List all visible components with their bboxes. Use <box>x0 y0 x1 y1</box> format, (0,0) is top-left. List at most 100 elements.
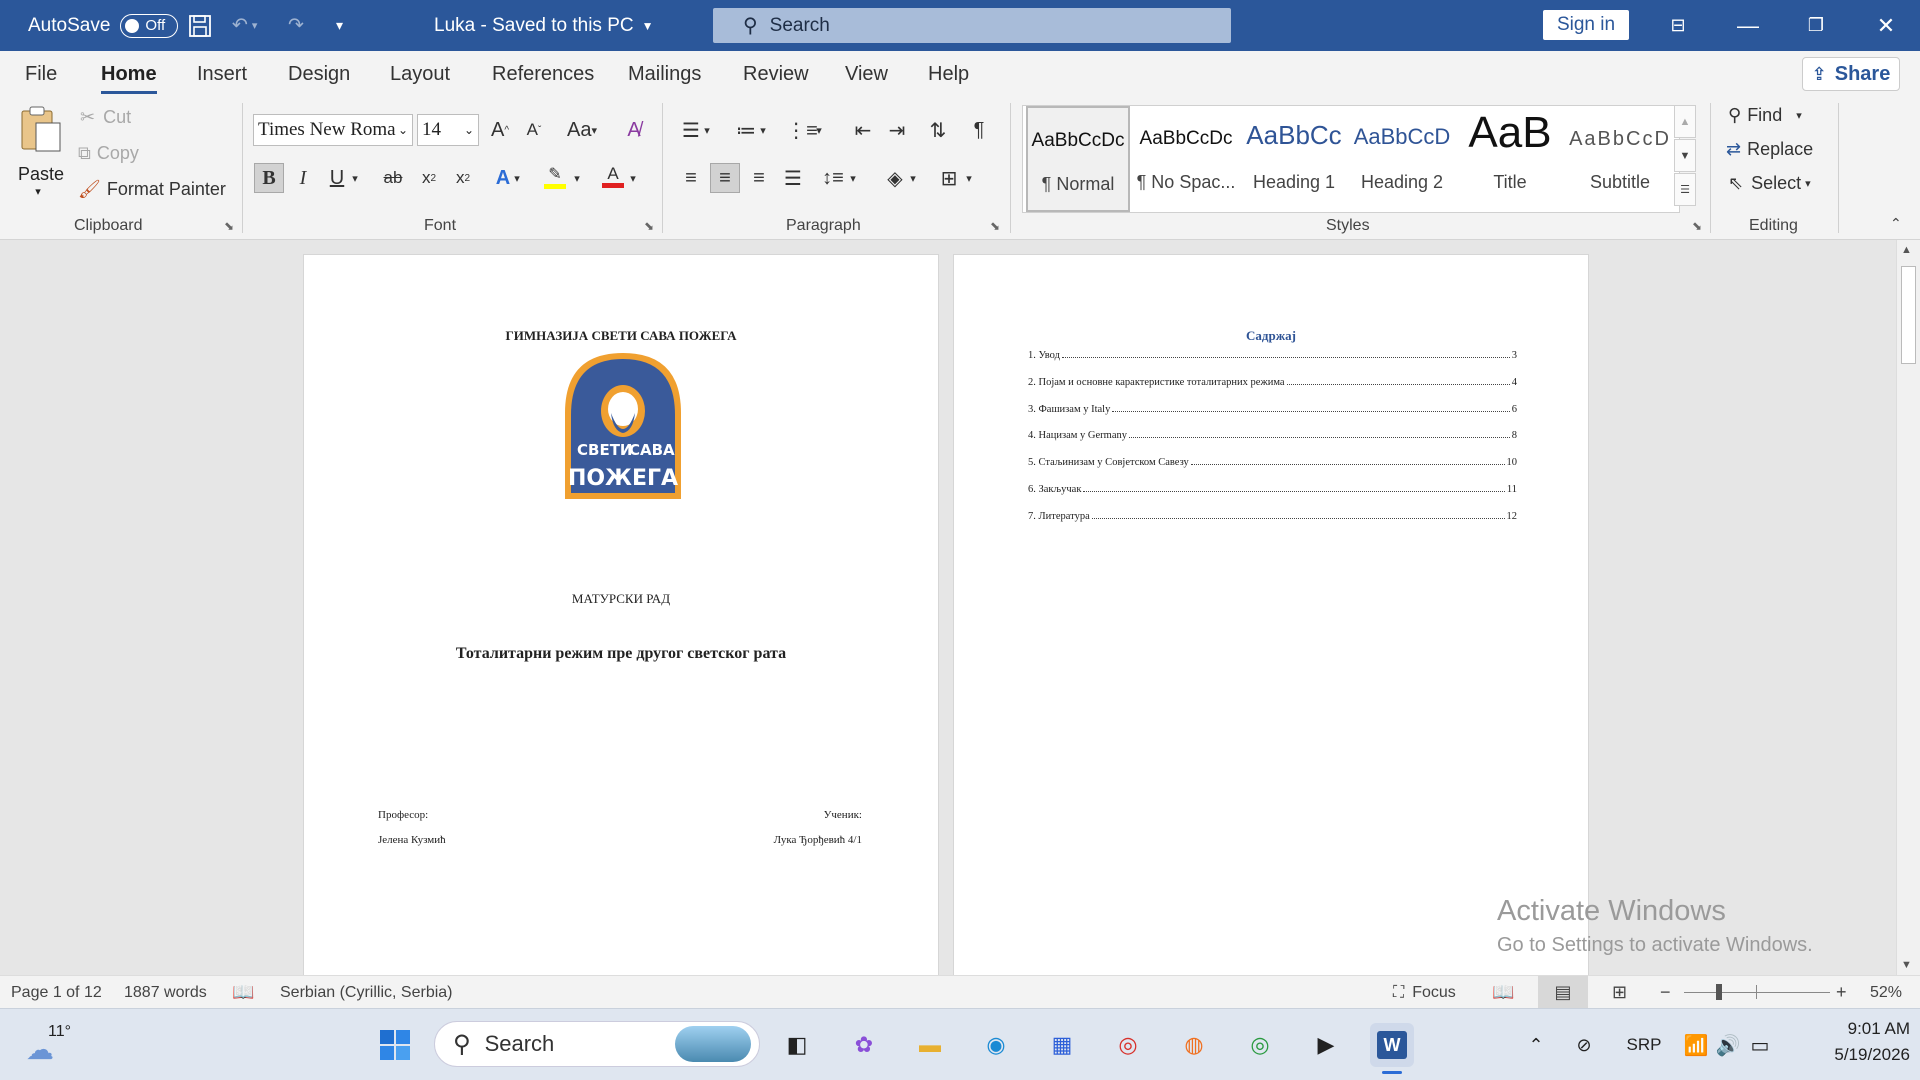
scroll-up-icon[interactable]: ▲ <box>1901 244 1912 256</box>
style-title[interactable]: AaB Title <box>1458 106 1562 212</box>
focus-button[interactable]: ⛶ Focus <box>1393 976 1456 1009</box>
chevron-down-icon[interactable]: ▾ <box>626 163 640 193</box>
font-name-combo[interactable]: Times New Roma ⌄ <box>253 114 413 146</box>
chevron-down-icon[interactable]: ▾ <box>846 163 860 193</box>
chevron-down-icon[interactable]: ▾ <box>812 115 826 145</box>
tab-layout[interactable]: Layout <box>390 63 450 86</box>
taskbar-search[interactable]: ⚲ Search <box>434 1021 760 1067</box>
clear-formatting-icon[interactable]: A̸ <box>619 115 649 145</box>
autosave[interactable]: AutoSave Off <box>28 0 179 51</box>
line-spacing-icon[interactable]: ↕≡ <box>818 163 848 193</box>
gallery-more-icon[interactable]: ☰ <box>1674 173 1696 206</box>
highlight-color-icon[interactable]: ✎ <box>540 161 570 191</box>
clipboard-launcher-icon[interactable]: ⬊ <box>224 219 234 233</box>
web-layout-icon[interactable]: ⊞ <box>1612 976 1627 1009</box>
chevron-down-icon[interactable]: ▾ <box>700 115 714 145</box>
paragraph-launcher-icon[interactable]: ⬊ <box>990 219 1000 233</box>
edge-icon[interactable]: ◉ <box>974 1023 1018 1067</box>
zoom-level[interactable]: 52% <box>1870 976 1902 1009</box>
tab-view[interactable]: View <box>845 63 888 86</box>
ribbon-display-options-icon[interactable]: ⊟ <box>1650 0 1706 51</box>
strikethrough-button[interactable]: ab <box>378 163 408 193</box>
close-icon[interactable]: ✕ <box>1858 0 1914 51</box>
share-button[interactable]: ⇪ Share <box>1802 57 1900 91</box>
network-off-icon[interactable]: ⊘ <box>1562 1023 1606 1067</box>
align-center-icon[interactable]: ≡ <box>710 163 740 193</box>
file-explorer-icon[interactable]: ▬ <box>908 1023 952 1067</box>
bold-button[interactable]: B <box>254 163 284 193</box>
page-count[interactable]: Page 1 of 12 <box>11 976 102 1009</box>
chrome-icon[interactable]: ◎ <box>1106 1023 1150 1067</box>
tab-insert[interactable]: Insert <box>197 63 247 86</box>
read-mode-icon[interactable]: 📖 <box>1492 976 1514 1009</box>
superscript-button[interactable]: x2 <box>448 163 478 193</box>
print-layout-icon[interactable]: ▤ <box>1538 976 1588 1009</box>
font-launcher-icon[interactable]: ⬊ <box>644 219 654 233</box>
chevron-down-icon[interactable]: ▾ <box>906 163 920 193</box>
format-painter-button[interactable]: 🖌 Format Painter <box>78 179 226 200</box>
firefox-icon[interactable]: ◍ <box>1172 1023 1216 1067</box>
page-2[interactable]: Садржај 1. Увод 3 2. Појам и основне кара… <box>953 254 1589 975</box>
increase-indent-icon[interactable]: ⇥ <box>882 115 912 145</box>
language[interactable]: Serbian (Cyrillic, Serbia) <box>280 976 453 1009</box>
subscript-button[interactable]: x2 <box>414 163 444 193</box>
toc-entry[interactable]: 7. Литература 12 <box>1028 508 1517 522</box>
minimize-icon[interactable]: — <box>1720 0 1776 51</box>
chevron-down-icon[interactable]: ▾ <box>510 163 524 193</box>
word-count[interactable]: 1887 words <box>124 976 207 1009</box>
style-normal[interactable]: AaBbCcDc ¶ Normal <box>1026 106 1130 212</box>
collapse-ribbon-icon[interactable]: ⌃ <box>1890 215 1902 232</box>
task-view-icon[interactable]: ◧ <box>775 1023 819 1067</box>
clock[interactable]: 9:01 AM 5/19/2026 <box>1790 1019 1910 1065</box>
tab-review[interactable]: Review <box>743 63 809 86</box>
copy-button[interactable]: ⧉ Copy <box>78 143 139 164</box>
chevron-down-icon[interactable]: ▾ <box>962 163 976 193</box>
toc-entry[interactable]: 1. Увод 3 <box>1028 347 1517 361</box>
tab-file[interactable]: File <box>25 63 57 86</box>
copilot-icon[interactable]: ✿ <box>842 1023 886 1067</box>
autosave-toggle[interactable]: Off <box>120 13 179 38</box>
zoom-out-icon[interactable]: − <box>1660 976 1671 1009</box>
justify-icon[interactable]: ☰ <box>778 163 808 193</box>
font-size-combo[interactable]: 14 ⌄ <box>417 114 479 146</box>
document-title[interactable]: Luka - Saved to this PC ▼ <box>434 0 654 51</box>
tab-home[interactable]: Home <box>101 63 157 94</box>
tab-references[interactable]: References <box>492 63 594 86</box>
redo-icon[interactable]: ↷ <box>288 0 304 51</box>
media-player-icon[interactable]: ▶ <box>1304 1023 1348 1067</box>
restore-icon[interactable]: ❐ <box>1788 0 1844 51</box>
shrink-font-icon[interactable]: Aˇ <box>519 115 549 145</box>
tab-design[interactable]: Design <box>288 63 350 86</box>
scroll-thumb[interactable] <box>1901 266 1916 364</box>
battery-icon[interactable]: ▭ <box>1738 1023 1782 1067</box>
decrease-indent-icon[interactable]: ⇤ <box>848 115 878 145</box>
font-color-icon[interactable]: A <box>598 161 628 191</box>
toc-entry[interactable]: 4. Нацизам у Germany 8 <box>1028 427 1517 441</box>
grow-font-icon[interactable]: A ^ <box>485 115 515 145</box>
chevron-down-icon[interactable]: ▾ <box>756 115 770 145</box>
tab-mailings[interactable]: Mailings <box>628 63 701 86</box>
show-hidden-icons[interactable]: ⌃ <box>1514 1023 1558 1067</box>
chrome-profile-icon[interactable]: ◎ <box>1238 1023 1282 1067</box>
gallery-down-icon[interactable]: ▼ <box>1674 139 1696 172</box>
style-heading-2[interactable]: AaBbCcD Heading 2 <box>1350 106 1454 212</box>
underline-dropdown-icon[interactable]: ▾ <box>348 163 362 193</box>
toc-entry[interactable]: 3. Фашизам у Italy 6 <box>1028 401 1517 415</box>
italic-button[interactable]: I <box>288 163 318 193</box>
input-language[interactable]: SRP <box>1620 1023 1668 1067</box>
store-icon[interactable]: ▦ <box>1040 1023 1084 1067</box>
start-icon[interactable] <box>373 1023 417 1067</box>
gallery-up-icon[interactable]: ▲ <box>1674 105 1696 138</box>
customize-qat-icon[interactable]: ▾ <box>336 0 343 51</box>
tab-help[interactable]: Help <box>928 63 969 86</box>
toc-entry[interactable]: 6. Закључак 11 <box>1028 481 1517 495</box>
show-formatting-icon[interactable]: ¶ <box>964 115 994 145</box>
style-subtitle[interactable]: AaBbCcD Subtitle <box>1566 106 1674 212</box>
align-right-icon[interactable]: ≡ <box>744 163 774 193</box>
proofing-icon[interactable]: 📖 <box>232 976 254 1009</box>
zoom-in-icon[interactable]: + <box>1836 976 1847 1009</box>
weather-widget[interactable]: ☁ 11° <box>26 1023 74 1067</box>
select-button[interactable]: ⇖ Select ▾ <box>1728 173 1811 194</box>
style-no-spacing[interactable]: AaBbCcDc ¶ No Spac... <box>1134 106 1238 212</box>
replace-button[interactable]: ⇄ Replace <box>1726 139 1813 160</box>
